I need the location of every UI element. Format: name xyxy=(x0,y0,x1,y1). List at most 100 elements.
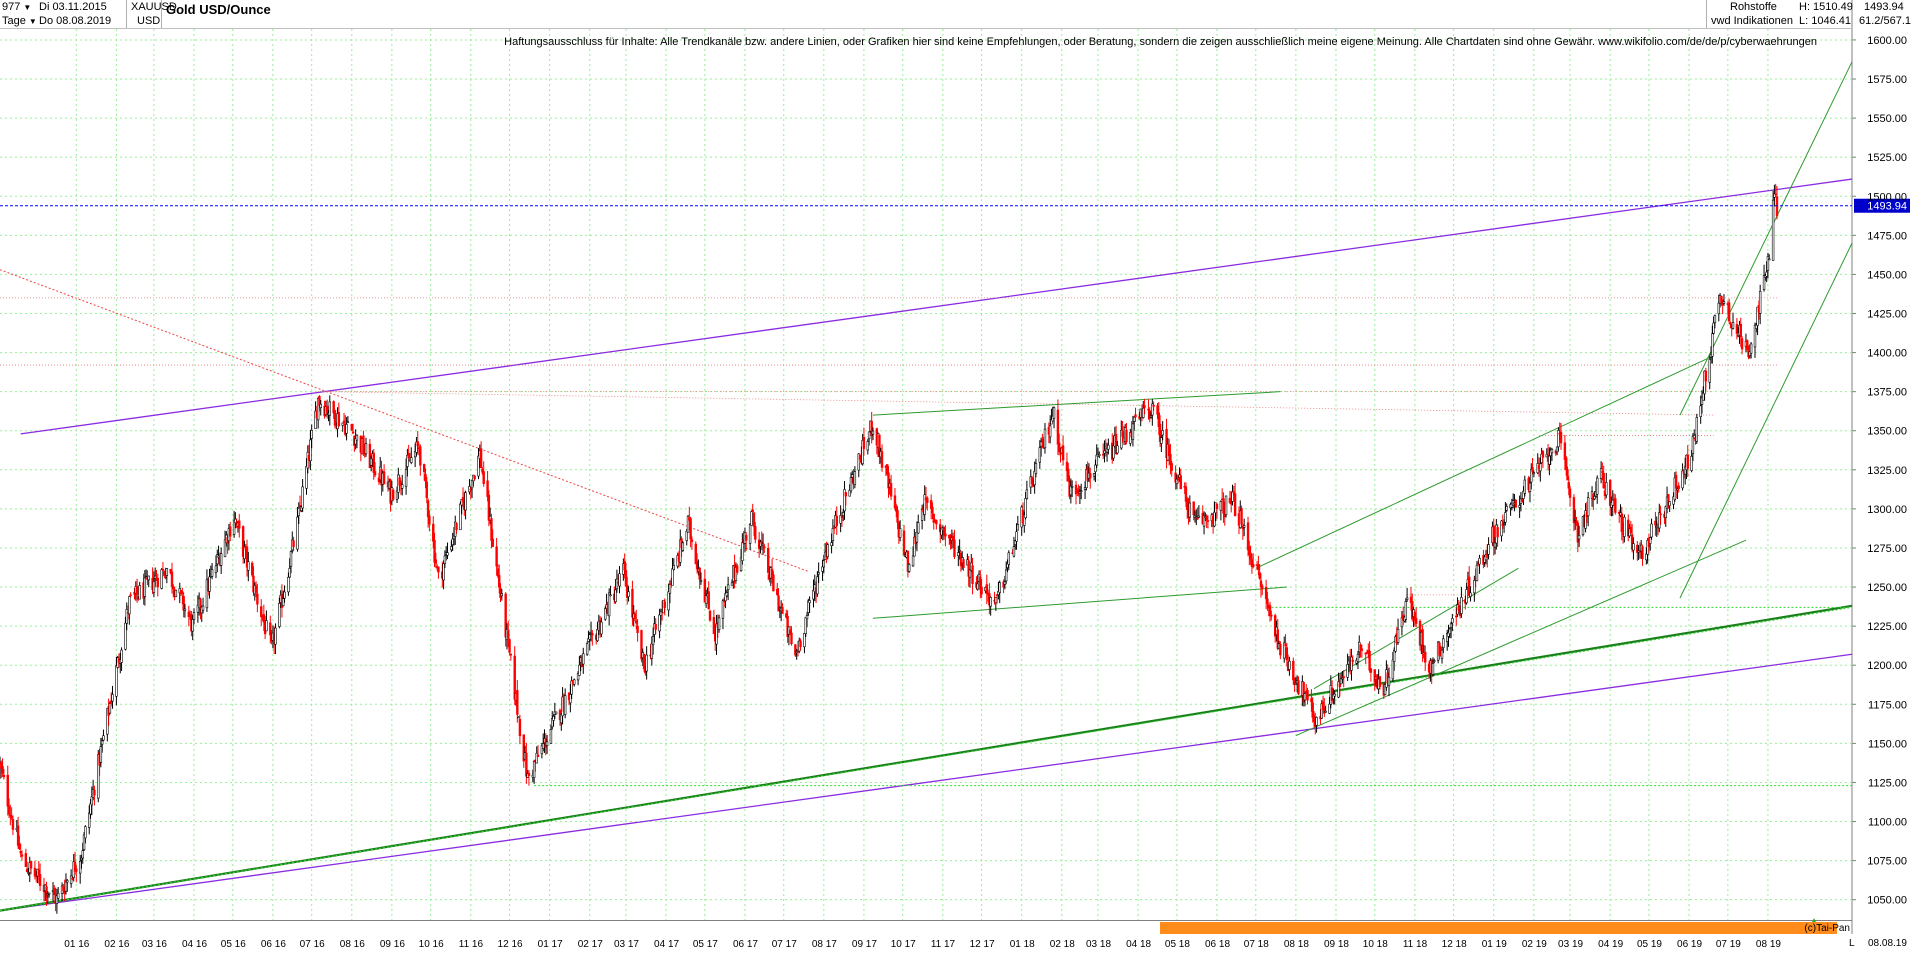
gold-price-chart[interactable]: 1493.94 1050.00 1075.00 1100.00 1125.00 1150… xyxy=(0,0,1912,952)
candle-body xyxy=(1007,552,1010,565)
candle-body xyxy=(1067,468,1070,482)
candle-body xyxy=(1342,676,1345,678)
candle-body xyxy=(1424,651,1427,663)
candle-body xyxy=(1149,415,1153,418)
candle-body xyxy=(1676,488,1679,491)
candle-body xyxy=(1668,501,1671,507)
candle-body xyxy=(835,515,838,526)
candle-body xyxy=(1659,513,1662,516)
x-tick-label: 02 18 xyxy=(1050,939,1075,950)
candle-body xyxy=(210,569,214,577)
candle-body xyxy=(1504,512,1507,523)
candle-body xyxy=(424,474,427,482)
y-tick-label: 1350.00 xyxy=(1867,426,1907,438)
candle-body xyxy=(1024,498,1027,519)
candle-body xyxy=(292,540,295,548)
candle-body xyxy=(391,489,395,500)
candle-body xyxy=(464,492,467,511)
candle-body xyxy=(849,477,853,492)
candle-body xyxy=(1368,650,1371,671)
candle-body xyxy=(816,576,819,595)
candle-body xyxy=(355,434,359,441)
candle-body xyxy=(1493,542,1497,548)
candle-body xyxy=(1048,425,1052,438)
candle-body xyxy=(1523,479,1526,494)
bar-count-selector[interactable]: 977 ▼ xyxy=(2,1,31,14)
candle-body xyxy=(500,593,503,597)
candle-body xyxy=(342,420,346,424)
candle-body xyxy=(1351,659,1354,662)
candle-body xyxy=(1252,563,1255,568)
candle-body xyxy=(160,569,163,589)
candle-body xyxy=(1557,430,1560,448)
candle-body xyxy=(1559,431,1563,444)
candle-body xyxy=(751,509,754,513)
candle-body xyxy=(1147,408,1150,411)
x-tick-label: 03 18 xyxy=(1086,939,1111,950)
candle-body xyxy=(985,584,988,595)
candle-body xyxy=(735,565,739,573)
candle-body xyxy=(1391,659,1395,680)
candle-body xyxy=(1176,477,1180,481)
candle-body xyxy=(772,574,775,592)
candle-body xyxy=(663,601,666,609)
candle-body xyxy=(618,573,621,587)
candle-body xyxy=(19,851,22,854)
candle-body xyxy=(433,539,436,563)
candle-body xyxy=(404,469,408,487)
x-tick-label: 11 17 xyxy=(931,939,956,950)
candle-body xyxy=(120,649,123,663)
candle-body xyxy=(563,695,567,715)
candle-body xyxy=(659,611,663,616)
candle-body xyxy=(573,679,576,685)
candle-body xyxy=(135,586,139,596)
period-selector[interactable]: Tage ▼ xyxy=(2,15,37,28)
x-tick-label: 02 19 xyxy=(1522,939,1547,950)
candle-body xyxy=(238,520,241,529)
candle-body xyxy=(516,690,519,715)
candle-body xyxy=(1766,256,1770,271)
candle-body xyxy=(1451,618,1454,624)
candle-body xyxy=(1735,324,1739,334)
caret-down-icon: ▼ xyxy=(23,3,32,12)
candle-body xyxy=(741,542,744,562)
candle-body xyxy=(658,614,661,632)
candle-body xyxy=(309,439,312,462)
candle-body xyxy=(1704,370,1708,382)
candle-body xyxy=(1695,417,1699,442)
candle-body xyxy=(2,774,6,778)
candle-body xyxy=(1192,501,1195,516)
candle-body xyxy=(1270,614,1273,617)
candle-body xyxy=(1641,546,1644,559)
candle-body xyxy=(208,576,211,592)
candle-body xyxy=(624,570,628,587)
candle-body xyxy=(745,534,748,541)
candle-body xyxy=(1188,502,1192,518)
candle-body xyxy=(1487,544,1490,555)
candle-body xyxy=(1577,535,1581,540)
candle-body xyxy=(69,875,73,884)
candle-body xyxy=(461,497,465,503)
y-tick-label: 1550.00 xyxy=(1867,113,1907,125)
candle-body xyxy=(944,533,947,537)
candle-body xyxy=(1003,581,1007,585)
candle-body xyxy=(898,528,902,538)
candle-body xyxy=(681,542,685,551)
candle-body xyxy=(1012,546,1016,557)
candle-body xyxy=(124,622,127,650)
candle-body xyxy=(614,589,617,603)
candle-body xyxy=(1654,520,1657,526)
candle-body xyxy=(1550,449,1554,454)
candle-body xyxy=(16,825,20,846)
candle-body xyxy=(1774,193,1777,196)
candle-body xyxy=(1205,515,1208,520)
candle-body xyxy=(767,547,770,573)
y-tick-label: 1150.00 xyxy=(1868,738,1907,750)
candle-body xyxy=(1691,436,1695,454)
x-tick-label: 06 19 xyxy=(1677,939,1702,950)
disclaimer-text: Haftungsausschluss für Inhalte: Alle Tre… xyxy=(504,36,1817,48)
candle-body xyxy=(690,539,694,542)
candle-body xyxy=(102,735,105,741)
candle-body xyxy=(1712,322,1715,334)
candle-body xyxy=(1505,506,1508,511)
